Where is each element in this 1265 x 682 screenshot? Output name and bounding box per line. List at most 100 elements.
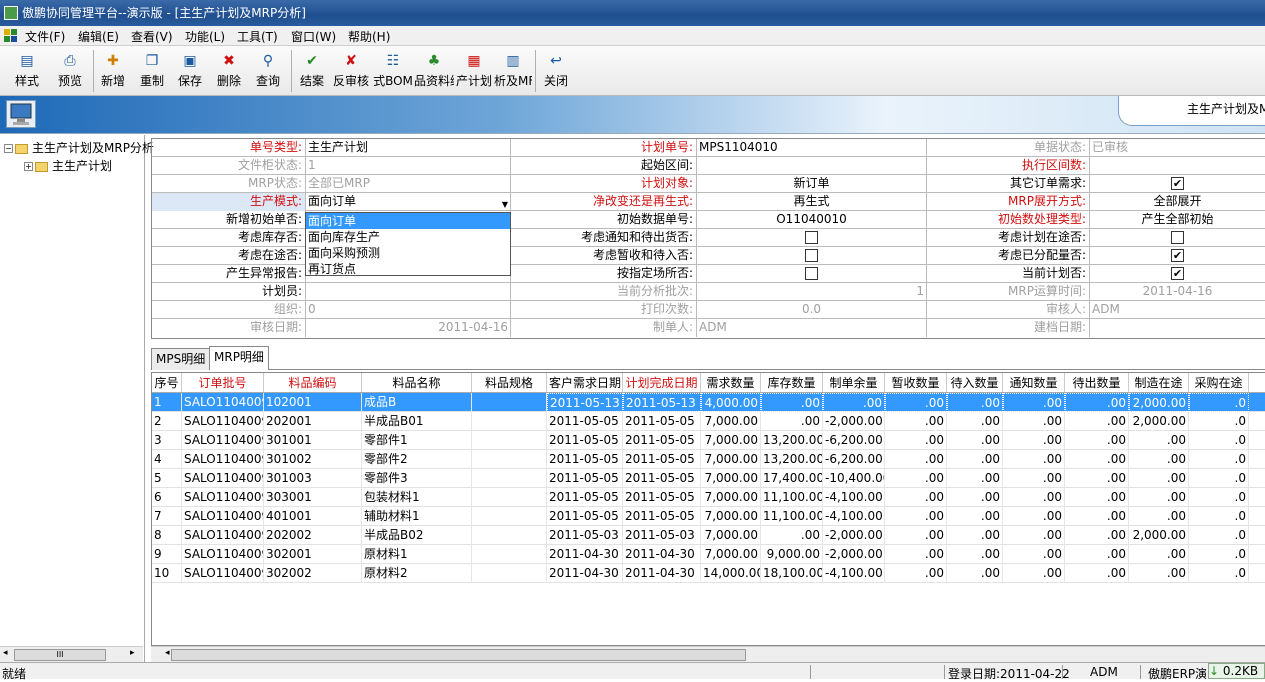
table-cell[interactable]: .00 [1065, 469, 1129, 488]
collapse-icon[interactable]: − [4, 144, 13, 153]
table-cell[interactable]: .00 [1065, 564, 1129, 583]
table-cell[interactable]: .00 [885, 488, 947, 507]
table-cell[interactable]: .0 [1189, 488, 1249, 507]
tab-mps-detail[interactable]: MPS明细 [151, 348, 211, 370]
table-cell[interactable]: .0 [1189, 564, 1249, 583]
close-case-button[interactable]: ✔ 结案 [294, 48, 330, 94]
plan-number-field[interactable]: MPS1104010 [697, 139, 927, 157]
table-cell[interactable]: 302001 [264, 545, 362, 564]
table-cell[interactable]: 2011-05-05 [623, 431, 701, 450]
table-cell[interactable]: -10,400.00 [823, 469, 885, 488]
table-cell[interactable]: 13,200.00 [761, 450, 823, 469]
table-cell[interactable]: .00 [1129, 469, 1189, 488]
scroll-left-icon[interactable]: ◂ [3, 648, 8, 658]
column-header[interactable]: 待入数量 [947, 373, 1003, 392]
table-cell[interactable]: SALO1104009 [182, 450, 264, 469]
table-cell[interactable]: 9,000.00 [761, 545, 823, 564]
table-cell[interactable]: 2 [152, 412, 182, 431]
consider-receipt-checkbox[interactable] [805, 249, 818, 262]
table-cell[interactable]: 7 [152, 507, 182, 526]
column-header[interactable]: 料品名称 [362, 373, 472, 392]
table-cell[interactable]: 2011-04-30 [623, 545, 701, 564]
table-cell[interactable] [472, 469, 547, 488]
table-cell[interactable]: 7,000.00 [701, 450, 761, 469]
exit-button[interactable]: ↩ 关闭 [538, 48, 574, 94]
table-cell[interactable]: 2011-05-05 [623, 507, 701, 526]
table-row[interactable]: 9 SALO1104009 302001 原材料1 2011-04-30 2011-04-… [152, 545, 1265, 564]
table-cell[interactable]: .00 [947, 526, 1003, 545]
table-cell[interactable]: .00 [947, 412, 1003, 431]
table-cell[interactable]: .0 [1189, 431, 1249, 450]
expand-icon[interactable]: + [24, 162, 33, 171]
table-row[interactable]: 8 SALO1104009 202002 半成品B02 2011-05-03 2011-0… [152, 526, 1265, 545]
table-cell[interactable]: 7,000.00 [701, 488, 761, 507]
order-type-field[interactable]: 主生产计划 [306, 139, 511, 157]
table-cell[interactable]: .00 [1065, 431, 1129, 450]
table-cell[interactable]: -6,200.00 [823, 450, 885, 469]
table-cell[interactable]: 2011-05-05 [547, 507, 623, 526]
column-header[interactable]: 通知数量 [1003, 373, 1065, 392]
table-cell[interactable]: .00 [823, 393, 885, 412]
table-cell[interactable]: 2011-05-05 [623, 488, 701, 507]
table-cell[interactable]: 零部件3 [362, 469, 472, 488]
table-cell[interactable]: -2,000.00 [823, 526, 885, 545]
column-header[interactable]: 料品编码 [264, 373, 362, 392]
menu-view[interactable]: 查看(V) [131, 28, 173, 45]
table-cell[interactable]: 半成品B01 [362, 412, 472, 431]
table-cell[interactable]: 10 [152, 564, 182, 583]
module-tab[interactable]: 主生产计划及MRP分析 [1118, 96, 1265, 126]
table-cell[interactable]: 11,100.00 [761, 507, 823, 526]
table-cell[interactable]: .00 [1129, 507, 1189, 526]
table-cell[interactable]: 2011-05-05 [623, 450, 701, 469]
tree-node-child[interactable]: + 主生产计划 [24, 157, 112, 174]
table-row[interactable]: 4 SALO1104009 301002 零部件2 2011-05-05 2011-05-… [152, 450, 1265, 469]
table-cell[interactable]: .00 [947, 450, 1003, 469]
table-cell[interactable]: 2011-05-05 [623, 469, 701, 488]
production-mode-combo[interactable]: 面向订单 ▼ [306, 193, 511, 211]
table-cell[interactable]: .0 [1189, 469, 1249, 488]
table-cell[interactable]: .00 [1065, 488, 1129, 507]
table-cell[interactable]: .00 [885, 431, 947, 450]
table-cell[interactable]: SALO1104009 [182, 431, 264, 450]
table-cell[interactable]: .00 [1065, 545, 1129, 564]
table-cell[interactable]: 202002 [264, 526, 362, 545]
by-location-checkbox[interactable] [805, 267, 818, 280]
table-cell[interactable]: .00 [947, 431, 1003, 450]
table-cell[interactable]: .00 [1003, 412, 1065, 431]
table-cell[interactable]: 2011-04-30 [547, 545, 623, 564]
scroll-thumb[interactable]: III [14, 649, 106, 661]
start-period-field[interactable] [697, 157, 927, 175]
column-header[interactable]: 暂收数量 [885, 373, 947, 392]
consider-allocated-checkbox[interactable]: ✔ [1171, 249, 1184, 262]
table-cell[interactable]: 13,200.00 [761, 431, 823, 450]
scroll-right-icon[interactable]: ▸ [130, 648, 135, 658]
table-cell[interactable]: .00 [885, 393, 947, 412]
table-cell[interactable]: SALO1104009 [182, 507, 264, 526]
menu-help[interactable]: 帮助(H) [348, 28, 390, 45]
exec-periods-field[interactable] [1090, 157, 1265, 175]
table-cell[interactable]: 2,000.00 [1129, 412, 1189, 431]
table-cell[interactable]: 辅助材料1 [362, 507, 472, 526]
menu-function[interactable]: 功能(L) [185, 28, 225, 45]
table-cell[interactable]: 7,000.00 [701, 431, 761, 450]
column-header[interactable]: 制单余量 [823, 373, 885, 392]
table-cell[interactable]: 102001 [264, 393, 362, 412]
table-cell[interactable]: .00 [885, 564, 947, 583]
table-cell[interactable] [472, 564, 547, 583]
menu-tools[interactable]: 工具(T) [237, 28, 278, 45]
table-cell[interactable]: 301002 [264, 450, 362, 469]
table-cell[interactable]: .00 [1129, 431, 1189, 450]
table-cell[interactable]: 7,000.00 [701, 526, 761, 545]
table-cell[interactable]: 2011-05-13 [547, 393, 623, 412]
table-cell[interactable]: .00 [761, 526, 823, 545]
table-cell[interactable] [472, 488, 547, 507]
table-cell[interactable]: .00 [885, 526, 947, 545]
table-cell[interactable]: SALO1104009 [182, 564, 264, 583]
table-cell[interactable]: .0 [1189, 450, 1249, 469]
plan-object-field[interactable]: 新订单 [697, 175, 927, 193]
table-cell[interactable]: .00 [1129, 564, 1189, 583]
table-cell[interactable]: .00 [885, 507, 947, 526]
menu-edit[interactable]: 编辑(E) [78, 28, 119, 45]
table-cell[interactable]: .00 [947, 488, 1003, 507]
table-cell[interactable]: 401001 [264, 507, 362, 526]
